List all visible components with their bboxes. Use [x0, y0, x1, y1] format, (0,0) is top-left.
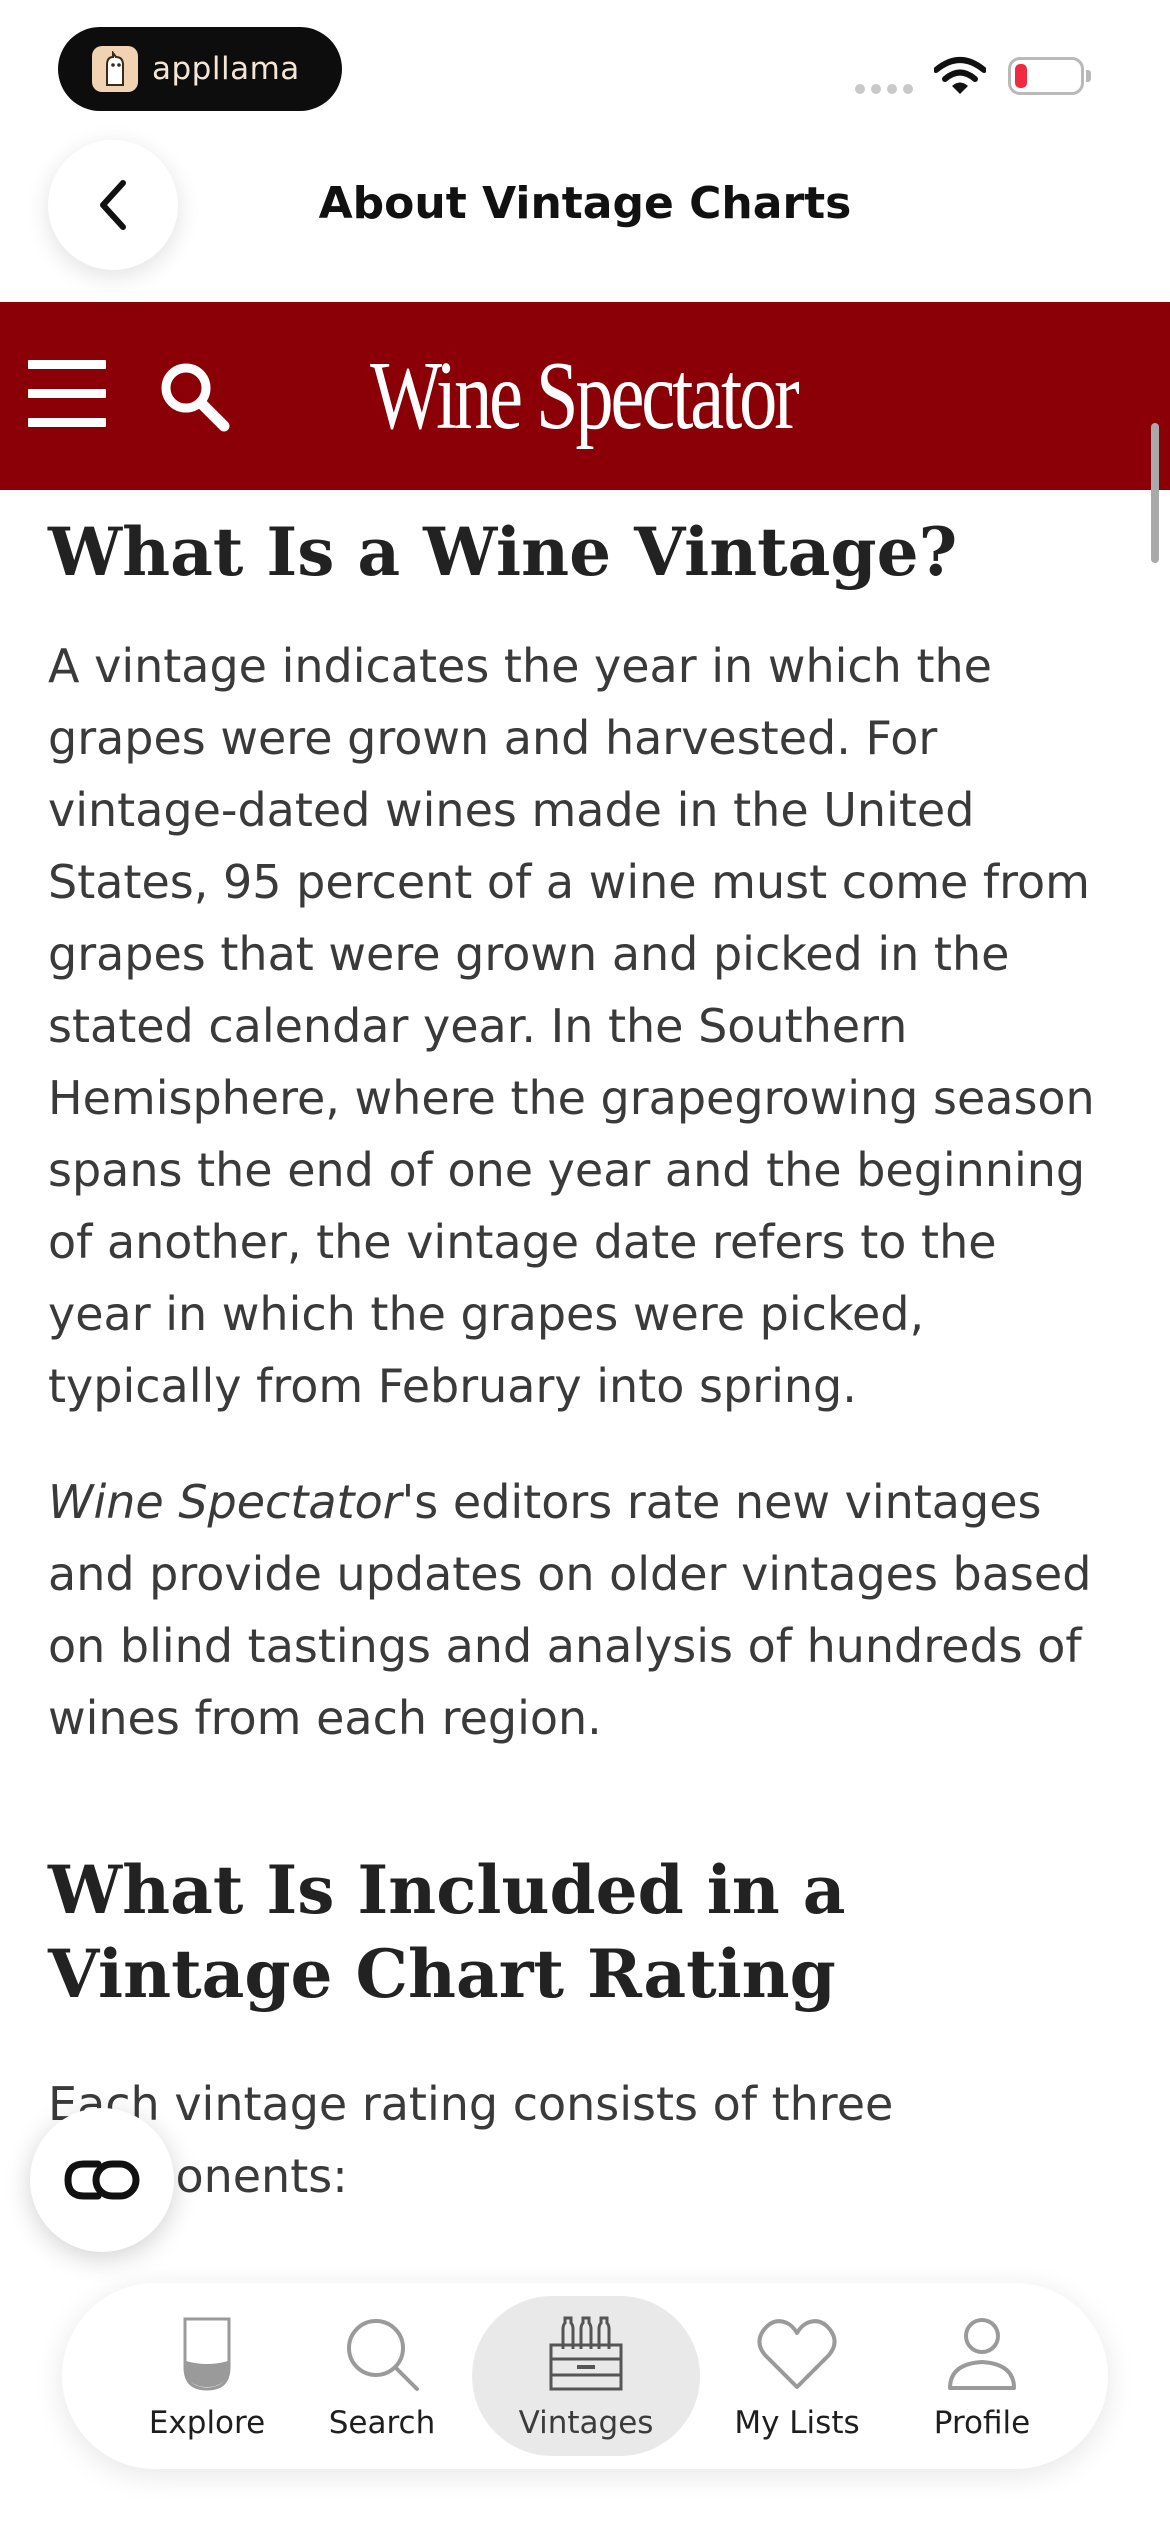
publication-name: Wine Spectator	[48, 1475, 402, 1529]
appllama-badge: appllama	[58, 27, 342, 111]
tab-label-profile: Profile	[933, 2405, 1031, 2441]
brand-name: appllama	[152, 51, 300, 87]
tab-explore[interactable]: Explore	[132, 2283, 282, 2469]
hamburger-menu-icon[interactable]	[28, 360, 106, 428]
battery-icon	[1008, 57, 1091, 95]
tab-label-search: Search	[328, 2405, 436, 2441]
signal-icon	[855, 84, 913, 94]
paragraph-editors-ratings: Wine Spectator's editors rate new vintag…	[48, 1466, 1108, 1754]
wine-glass-icon	[179, 2311, 235, 2397]
wine-spectator-logo[interactable]: Wine Spectator	[370, 340, 800, 452]
llama-icon	[92, 46, 138, 92]
scrollbar[interactable]	[1151, 423, 1159, 563]
tab-profile[interactable]: Profile	[907, 2283, 1057, 2469]
paragraph-vintage-definition: A vintage indicates the year in which th…	[48, 639, 1095, 1413]
section-heading-wine-vintage: What Is a Wine Vintage?	[48, 513, 958, 591]
heart-icon	[757, 2311, 837, 2397]
link-icon	[64, 2160, 140, 2200]
paragraph-rating-components: Each vintage rating consists of three co…	[48, 2077, 894, 2203]
nav-header: About Vintage Charts	[0, 130, 1170, 302]
search-icon	[343, 2311, 421, 2397]
search-icon[interactable]	[156, 358, 232, 434]
section-heading-chart-rating: What Is Included in a Vintage Chart Rati…	[48, 1851, 846, 2013]
tab-label-my-lists: My Lists	[734, 2405, 860, 2441]
article-content: What Is a Wine Vintage? A vintage indica…	[48, 490, 1108, 2212]
page-title: About Vintage Charts	[318, 178, 852, 229]
bottom-tab-bar: Explore Search Vintages My Lists Profile	[62, 2283, 1108, 2469]
status-bar: appllama	[0, 0, 1170, 130]
wifi-icon	[934, 57, 986, 94]
tab-label-explore: Explore	[148, 2405, 266, 2441]
tab-label-vintages: Vintages	[518, 2405, 654, 2441]
floating-link-button[interactable]	[30, 2108, 174, 2252]
wine-spectator-header: Wine Spectator	[0, 302, 1170, 490]
profile-icon	[946, 2311, 1018, 2397]
tab-search[interactable]: Search	[307, 2283, 457, 2469]
tab-my-lists[interactable]: My Lists	[712, 2283, 882, 2469]
tab-vintages[interactable]: Vintages	[472, 2283, 700, 2469]
wine-crate-icon	[547, 2311, 625, 2397]
